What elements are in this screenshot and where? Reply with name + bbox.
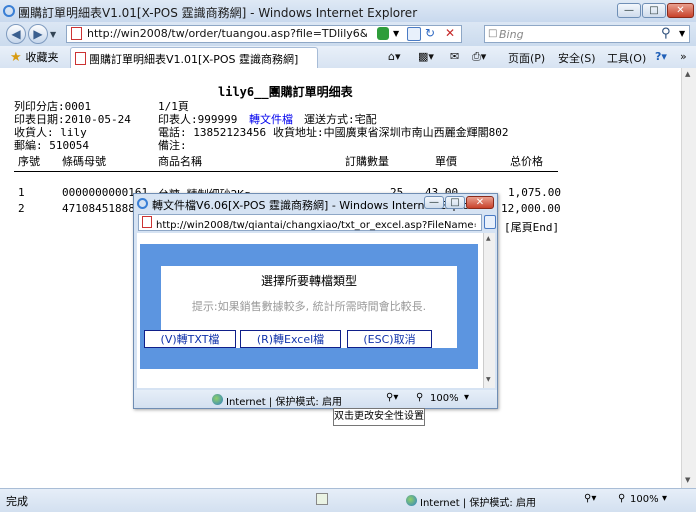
delivery-address: 收貨地址:中國廣東省深圳市南山西麗金輝閣802 bbox=[273, 126, 509, 139]
popup-vertical-scrollbar[interactable]: ▲ ▼ bbox=[483, 233, 495, 388]
address-dropdown-icon[interactable]: ▼ bbox=[393, 29, 399, 38]
zoom-dropdown-icon[interactable]: ▾ bbox=[662, 493, 667, 504]
convert-excel-button[interactable]: (R)轉Excel檔 bbox=[240, 330, 341, 348]
favorites-label: 收藏夹 bbox=[25, 51, 59, 64]
col-price: 單價 bbox=[435, 155, 457, 168]
favorites-command-bar: ★ 收藏夹 團購訂單明細表V1.01[X-POS 霆識商務網] ⌂▾ ▩▾ ✉ … bbox=[0, 46, 696, 69]
popup-page-icon bbox=[142, 216, 152, 228]
search-dropdown-icon[interactable]: ▼ bbox=[679, 29, 685, 38]
popup-zoom-icon: ⚲ bbox=[416, 392, 424, 403]
report-title: lily6__團購訂單明细表 bbox=[218, 85, 353, 99]
window-title-bar: 團購訂單明細表V1.01[X-POS 霆識商務網] - Windows Inte… bbox=[0, 0, 696, 23]
safety-menu[interactable]: 安全(S) bbox=[558, 50, 596, 66]
scroll-up-icon[interactable]: ▲ bbox=[685, 70, 690, 78]
col-total: 总价格 bbox=[510, 155, 543, 168]
col-seq: 序號 bbox=[18, 155, 40, 168]
zoom-level[interactable]: 100% bbox=[630, 494, 659, 505]
dialog-panel: 選擇所要轉檔類型 提示:如果銷售數據較多, 統計所需時間會比較長. (V)轉TX… bbox=[144, 266, 457, 348]
more-chevron-icon[interactable]: » bbox=[680, 50, 687, 63]
scroll-down-icon[interactable]: ▼ bbox=[685, 476, 690, 484]
popup-content: 選擇所要轉檔類型 提示:如果銷售數據較多, 統計所需時間會比較長. (V)轉TX… bbox=[137, 233, 483, 388]
home-icon[interactable]: ⌂▾ bbox=[388, 50, 401, 63]
popup-zoom-dropdown-icon[interactable]: ▾ bbox=[464, 392, 469, 403]
popup-scroll-up-icon[interactable]: ▲ bbox=[486, 235, 491, 242]
popup-blocked-icon[interactable] bbox=[316, 493, 328, 505]
col-qty: 訂購數量 bbox=[345, 155, 389, 168]
address-bar[interactable]: http://win2008/tw/order/tuangou.asp?file… bbox=[66, 25, 462, 43]
page-icon bbox=[71, 27, 82, 40]
tools-menu[interactable]: 工具(O) bbox=[607, 50, 646, 66]
search-box[interactable]: Bing □ ⚲ ▼ bbox=[484, 25, 690, 43]
row-total: 1,075.00 bbox=[508, 186, 561, 199]
dialog-heading: 選擇所要轉檔類型 bbox=[260, 274, 357, 288]
protected-mode-icon[interactable]: ⚲▾ bbox=[584, 493, 596, 504]
popup-maximize-button[interactable]: □ bbox=[445, 196, 465, 209]
security-zone[interactable]: Internet | 保护模式: 启用 bbox=[420, 494, 536, 509]
address-input[interactable]: http://win2008/tw/order/tuangou.asp?file… bbox=[87, 27, 367, 40]
security-shield-icon[interactable] bbox=[377, 27, 389, 40]
forward-button[interactable]: ▶ bbox=[28, 24, 48, 44]
vertical-scrollbar[interactable]: ▲ ▼ bbox=[681, 68, 696, 488]
dialog-hint: 提示:如果銷售數據較多, 統計所需時間會比較長. bbox=[191, 300, 427, 313]
col-barcode: 條碼母號 bbox=[62, 155, 106, 168]
close-button[interactable]: ✕ bbox=[667, 3, 694, 18]
popup-status-bar: Internet | 保护模式: 启用 ⚲▾ ⚲ 100% ▾ bbox=[134, 390, 497, 408]
search-input[interactable]: Bing bbox=[499, 28, 524, 41]
zip-label: 郵編: 510054 bbox=[14, 139, 89, 152]
security-settings-tooltip: 双击更改安全性设置 bbox=[333, 408, 425, 426]
col-name: 商品名稱 bbox=[158, 155, 202, 168]
page-menu[interactable]: 页面(P) bbox=[508, 50, 545, 66]
print-icon[interactable]: ⎙▾ bbox=[472, 50, 486, 64]
popup-address-bar[interactable]: http://win2008/tw/qiantai/changxiao/txt_… bbox=[138, 214, 482, 231]
row-total: 12,000.00 bbox=[501, 202, 561, 215]
header-divider bbox=[14, 171, 558, 172]
window-title: 團購訂單明細表V1.01[X-POS 霆識商務網] - Windows Inte… bbox=[18, 6, 418, 20]
stop-icon[interactable]: ✕ bbox=[445, 26, 455, 40]
popup-compat-icon[interactable] bbox=[484, 215, 496, 229]
popup-scroll-down-icon[interactable]: ▼ bbox=[486, 376, 491, 383]
browser-tab[interactable]: 團購訂單明細表V1.01[X-POS 霆識商務網] bbox=[70, 47, 318, 68]
popup-close-button[interactable]: ✕ bbox=[466, 196, 494, 209]
refresh-icon[interactable]: ↻ bbox=[425, 26, 435, 40]
zoom-icon: ⚲ bbox=[618, 493, 626, 504]
convert-file-popup-window: 轉文件檔V6.06[X-POS 霆識商務網] - Windows Interne… bbox=[133, 193, 498, 409]
help-icon[interactable]: ?▾ bbox=[655, 50, 667, 63]
tab-title: 團購訂單明細表V1.01[X-POS 霆識商務網] bbox=[89, 53, 299, 66]
search-provider-icon: □ bbox=[488, 28, 498, 39]
ie-logo-icon bbox=[3, 5, 15, 17]
favorites-button[interactable]: ★ 收藏夹 bbox=[10, 49, 58, 65]
popup-protected-mode-icon[interactable]: ⚲▾ bbox=[386, 392, 398, 403]
popup-zoom-level[interactable]: 100% bbox=[430, 393, 459, 404]
status-text: 完成 bbox=[6, 495, 28, 508]
popup-security-zone[interactable]: Internet | 保护模式: 启用 bbox=[226, 393, 342, 408]
favorites-star-icon: ★ bbox=[10, 50, 22, 65]
popup-internet-zone-icon bbox=[212, 394, 223, 405]
row-seq: 1 bbox=[18, 186, 25, 199]
minimize-button[interactable]: — bbox=[617, 3, 641, 18]
tab-page-icon bbox=[75, 52, 86, 65]
cancel-button[interactable]: (ESC)取消 bbox=[347, 330, 432, 348]
navigation-bar: ◀ ▶ ▼ http://win2008/tw/order/tuangou.as… bbox=[0, 22, 696, 46]
end-of-page-label: [尾頁End] bbox=[504, 221, 560, 234]
convert-txt-button[interactable]: (V)轉TXT檔 bbox=[144, 330, 236, 348]
back-button[interactable]: ◀ bbox=[6, 24, 26, 44]
status-bar: 完成 Internet | 保护模式: 启用 ⚲▾ ⚲ 100% ▾ bbox=[0, 488, 696, 512]
row-seq: 2 bbox=[18, 202, 25, 215]
dialog-frame: 選擇所要轉檔類型 提示:如果銷售數據較多, 統計所需時間會比較長. (V)轉TX… bbox=[140, 244, 478, 369]
maximize-button[interactable]: □ bbox=[642, 3, 666, 18]
search-icon[interactable]: ⚲ bbox=[661, 26, 671, 41]
popup-address-input[interactable]: http://win2008/tw/qiantai/changxiao/txt_… bbox=[156, 216, 476, 231]
popup-minimize-button[interactable]: — bbox=[424, 196, 444, 209]
remark-label: 備注: bbox=[158, 139, 187, 152]
feeds-icon[interactable]: ▩▾ bbox=[418, 50, 434, 63]
mail-icon[interactable]: ✉ bbox=[450, 50, 459, 63]
internet-zone-icon bbox=[406, 495, 417, 506]
history-dropdown-icon[interactable]: ▼ bbox=[50, 30, 56, 39]
compatibility-view-icon[interactable] bbox=[407, 27, 421, 41]
popup-ie-logo-icon bbox=[137, 198, 148, 209]
